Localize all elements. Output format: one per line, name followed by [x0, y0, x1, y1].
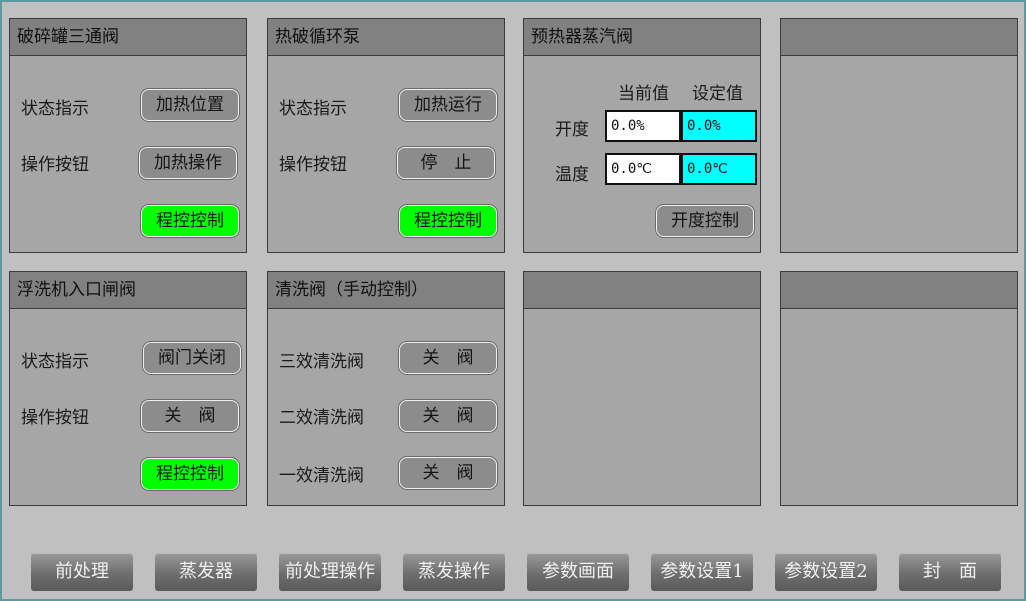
operation-label: 操作按钮	[21, 408, 89, 428]
nav-pretreatment-operation[interactable]: 前处理操作	[279, 553, 381, 591]
nav-parameter-settings-1[interactable]: 参数设置1	[651, 553, 753, 591]
operation-label: 操作按钮	[279, 155, 347, 175]
program-control-button[interactable]: 程控控制	[399, 205, 497, 237]
nav-parameter-screen[interactable]: 参数画面	[527, 553, 629, 591]
panel-flotation-inlet-valve: 浮洗机入口闸阀 状态指示 阀门关闭 操作按钮 关 阀 程控控制	[9, 271, 247, 506]
status-label: 状态指示	[21, 99, 89, 119]
program-control-button[interactable]: 程控控制	[141, 458, 239, 490]
program-control-button[interactable]: 程控控制	[141, 205, 239, 237]
panel-empty-top-right	[780, 18, 1018, 253]
wash-valve-1-label: 一效清洗阀	[279, 466, 364, 486]
wash-valve-3-label: 三效清洗阀	[279, 352, 364, 372]
nav-evaporation-operation[interactable]: 蒸发操作	[403, 553, 505, 591]
panel-title	[781, 19, 1017, 56]
opening-row-label: 开度	[555, 120, 589, 140]
panel-preheater-steam-valve: 预热器蒸汽阀 当前值 设定值 开度 0.0% 0.0% 温度 0.0℃ 0.0℃…	[523, 18, 761, 253]
opening-current-value: 0.0%	[605, 110, 681, 142]
panel-title: 热破循环泵	[268, 19, 504, 56]
temperature-setpoint-input[interactable]: 0.0℃	[681, 153, 757, 185]
wash-valve-3-close-button[interactable]: 关 阀	[399, 342, 497, 374]
stop-button[interactable]: 停 止	[397, 147, 495, 179]
temperature-current-value: 0.0℃	[605, 153, 681, 185]
status-indicator: 阀门关闭	[143, 342, 241, 374]
nav-pretreatment[interactable]: 前处理	[31, 553, 133, 591]
panel-crusher-valve: 破碎罐三通阀 状态指示 加热位置 操作按钮 加热操作 程控控制	[9, 18, 247, 253]
nav-parameter-settings-2[interactable]: 参数设置2	[775, 553, 877, 591]
wash-valve-1-close-button[interactable]: 关 阀	[399, 457, 497, 489]
panel-empty-bottom-middle	[523, 271, 761, 506]
panel-title: 预热器蒸汽阀	[524, 19, 760, 56]
close-valve-button[interactable]: 关 阀	[141, 400, 239, 432]
column-setpoint-label: 设定值	[692, 84, 743, 104]
operation-label: 操作按钮	[21, 155, 89, 175]
heat-operation-button[interactable]: 加热操作	[139, 147, 237, 179]
panel-title	[524, 272, 760, 309]
column-current-label: 当前值	[618, 84, 669, 104]
panel-title: 清洗阀（手动控制）	[268, 272, 504, 309]
status-label: 状态指示	[279, 99, 347, 119]
panel-empty-bottom-right	[780, 271, 1018, 506]
opening-setpoint-input[interactable]: 0.0%	[681, 110, 757, 142]
panel-wash-valves: 清洗阀（手动控制） 三效清洗阀 关 阀 二效清洗阀 关 阀 一效清洗阀 关 阀	[267, 271, 505, 506]
panel-title: 浮洗机入口闸阀	[10, 272, 246, 309]
panel-circulation-pump: 热破循环泵 状态指示 加热运行 操作按钮 停 止 程控控制	[267, 18, 505, 253]
temperature-row-label: 温度	[555, 165, 589, 185]
status-label: 状态指示	[21, 352, 89, 372]
status-indicator: 加热位置	[141, 89, 239, 121]
panel-title	[781, 272, 1017, 309]
status-indicator: 加热运行	[399, 89, 497, 121]
wash-valve-2-label: 二效清洗阀	[279, 408, 364, 428]
panel-title: 破碎罐三通阀	[10, 19, 246, 56]
nav-evaporator[interactable]: 蒸发器	[155, 553, 257, 591]
wash-valve-2-close-button[interactable]: 关 阀	[399, 400, 497, 432]
nav-cover[interactable]: 封 面	[899, 553, 1001, 591]
opening-control-button[interactable]: 开度控制	[656, 205, 754, 237]
hmi-screen: 破碎罐三通阀 状态指示 加热位置 操作按钮 加热操作 程控控制 热破循环泵 状态…	[2, 2, 1024, 599]
